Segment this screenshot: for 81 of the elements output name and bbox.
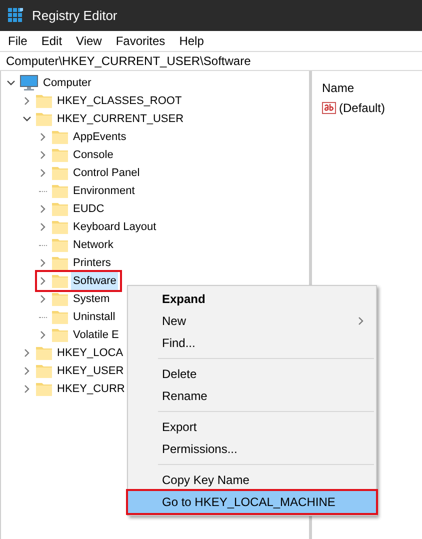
menu-bar-item[interactable]: Help [179, 32, 204, 50]
context-menu-item[interactable]: Rename [128, 385, 376, 407]
computer-icon [20, 75, 38, 91]
context-menu-item[interactable]: Find... [128, 332, 376, 354]
tree-connector [39, 190, 47, 192]
tree-item-label: Printers [72, 256, 112, 271]
menu-bar-item[interactable]: Favorites [116, 32, 166, 50]
folder-icon [52, 256, 68, 270]
value-name[interactable]: (Default) [339, 99, 386, 117]
menu-bar-item[interactable]: File [8, 32, 28, 50]
tree-item[interactable]: HKEY_CURR [21, 380, 129, 398]
tree-connector [39, 244, 47, 246]
folder-icon [52, 130, 68, 144]
tree-item-label: Volatile E [72, 328, 120, 343]
chevron-down-icon[interactable] [22, 114, 32, 124]
tree-item[interactable]: Network [37, 236, 118, 254]
context-menu-item[interactable]: Delete [128, 363, 376, 385]
context-menu-item[interactable]: Copy Key Name [128, 469, 376, 491]
menu-bar-item[interactable]: View [76, 32, 102, 50]
folder-icon [36, 112, 52, 126]
tree-item-label: Computer [42, 76, 92, 91]
tree-item[interactable]: HKEY_LOCA [21, 344, 128, 362]
tree-item[interactable]: Uninstall [37, 308, 120, 326]
context-menu-item[interactable]: New [128, 310, 376, 332]
registry-app-icon [8, 8, 24, 24]
tree-item-label: Software [71, 272, 118, 290]
tree-item[interactable]: EUDC [37, 200, 108, 218]
context-menu-item[interactable]: Permissions... [128, 438, 376, 460]
folder-icon [52, 238, 68, 252]
folder-icon [52, 166, 68, 180]
folder-icon [36, 364, 52, 378]
tree-item[interactable]: Computer [5, 74, 96, 92]
tree-item-label: HKEY_CLASSES_ROOT [56, 94, 183, 109]
folder-icon [52, 310, 68, 324]
tree-item[interactable]: Environment [37, 182, 139, 200]
tree-item[interactable]: HKEY_CURRENT_USER [21, 110, 188, 128]
chevron-down-icon[interactable] [6, 78, 16, 88]
tree-item-label: Console [72, 148, 114, 163]
tree-item[interactable]: HKEY_USER [21, 362, 128, 380]
folder-icon [52, 202, 68, 216]
menu-bar-item[interactable]: Edit [41, 32, 62, 50]
window-title: Registry Editor [32, 6, 118, 25]
tree-item-label: EUDC [72, 202, 106, 217]
tree-item[interactable]: Printers [37, 254, 115, 272]
tree-item[interactable]: Keyboard Layout [37, 218, 160, 236]
tree-item-label: Network [72, 238, 114, 253]
folder-icon [52, 184, 68, 198]
tree-connector [39, 316, 47, 318]
tree-item-label: HKEY_LOCA [56, 346, 124, 361]
tree-item[interactable]: Software [37, 272, 120, 290]
tree-item-label: Control Panel [72, 166, 141, 181]
tree-item[interactable]: AppEvents [37, 128, 130, 146]
folder-icon [52, 148, 68, 162]
tree-item[interactable]: Console [37, 146, 118, 164]
folder-icon [36, 346, 52, 360]
tree-item-label: HKEY_CURR [56, 382, 126, 397]
tree-item-label: Environment [72, 184, 136, 199]
folder-icon [52, 292, 68, 306]
chevron-right-icon[interactable] [22, 96, 32, 106]
tree-item-label: HKEY_CURRENT_USER [56, 112, 185, 127]
tree-item[interactable]: Control Panel [37, 164, 144, 182]
folder-icon [52, 220, 68, 234]
tree-item-label: AppEvents [72, 130, 128, 145]
tree-item-label: Keyboard Layout [72, 220, 158, 235]
folder-icon [36, 382, 52, 396]
tree-item-label: Uninstall [72, 310, 116, 325]
tree-item[interactable]: Volatile E [37, 326, 123, 344]
chevron-right-icon[interactable] [356, 316, 366, 326]
folder-icon [36, 94, 52, 108]
column-header[interactable]: Name [322, 79, 422, 99]
folder-icon [52, 274, 68, 288]
context-menu-item[interactable]: Expand [128, 288, 376, 310]
context-menu-item[interactable]: Go to HKEY_LOCAL_MACHINE [128, 491, 376, 513]
tree-item[interactable]: System [37, 290, 114, 308]
folder-icon [52, 328, 68, 342]
tree-item-label: System [72, 292, 111, 307]
tree-item-label: HKEY_USER [56, 364, 125, 379]
context-menu-item[interactable]: Export [128, 416, 376, 438]
address-bar[interactable]: Computer\HKEY_CURRENT_USER\Software [0, 51, 422, 71]
string-value-icon [322, 101, 336, 115]
tree-item[interactable]: HKEY_CLASSES_ROOT [21, 92, 186, 110]
